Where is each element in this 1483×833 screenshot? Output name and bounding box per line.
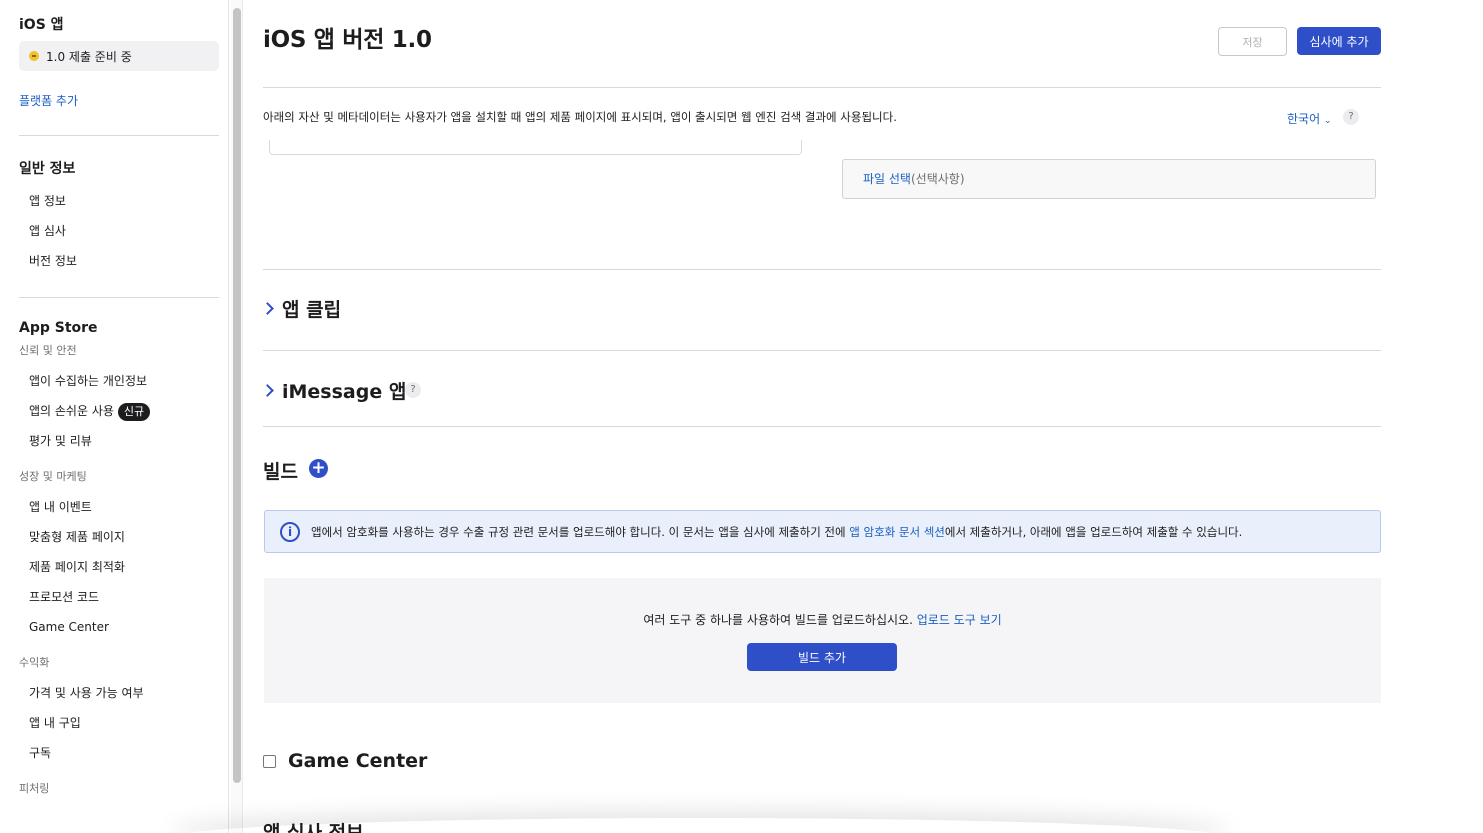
sidebar-item-game-center[interactable]: Game Center	[19, 612, 219, 642]
add-build-plus-icon[interactable]: +	[309, 459, 328, 478]
add-build-button[interactable]: 빌드 추가	[747, 643, 897, 671]
sidebar-item-in-app-purchases[interactable]: 앱 내 구입	[19, 708, 219, 738]
help-icon[interactable]: ?	[405, 382, 421, 398]
sidebar-item-version-info[interactable]: 버전 정보	[19, 246, 219, 276]
encryption-info-banner: i 앱에서 암호화를 사용하는 경우 수출 규정 관련 문서를 업로드해야 합니…	[264, 510, 1381, 553]
new-badge: 신규	[117, 403, 151, 421]
sidebar-item-privacy[interactable]: 앱이 수집하는 개인정보	[19, 366, 219, 396]
sidebar-item-product-page-optimization[interactable]: 제품 페이지 최적화	[19, 552, 219, 582]
sidebar-item-custom-product-pages[interactable]: 맞춤형 제품 페이지	[19, 522, 219, 552]
version-status-label: 1.0 제출 준비 중	[46, 49, 132, 64]
section-app-store: App Store	[19, 320, 98, 336]
sidebar-item-app-info[interactable]: 앱 정보	[19, 186, 219, 216]
divider	[19, 135, 219, 136]
metadata-description: 아래의 자산 및 메타데이터는 사용자가 앱을 설치할 때 앱의 제품 페이지에…	[263, 110, 897, 124]
chevron-down-icon: ⌄	[1323, 116, 1332, 126]
status-warning-icon	[29, 51, 39, 61]
game-center-title: Game Center	[288, 750, 428, 772]
language-label: 한국어	[1287, 112, 1321, 126]
divider	[263, 426, 1381, 427]
language-selector[interactable]: 한국어 ⌄	[1287, 110, 1332, 127]
sidebar-item-label: 앱의 손쉬운 사용	[29, 404, 114, 418]
sidebar-item-accessibility[interactable]: 앱의 손쉬운 사용 신규	[19, 396, 219, 426]
group-monetization: 수익화	[19, 656, 50, 669]
group-growth-marketing: 성장 및 마케팅	[19, 470, 87, 483]
upload-tools-link[interactable]: 업로드 도구 보기	[917, 613, 1002, 627]
sidebar-app-header: iOS 앱	[19, 17, 64, 33]
group-featuring: 피처링	[19, 782, 50, 795]
sidebar-item-promo-codes[interactable]: 프로모션 코드	[19, 582, 219, 612]
add-platform-link[interactable]: 플랫폼 추가	[19, 92, 219, 109]
main-content: iOS 앱 버전 1.0 저장 심사에 추가 아래의 자산 및 메타데이터는 사…	[261, 0, 1381, 833]
game-center-row: Game Center	[263, 750, 427, 772]
sidebar-item-subscriptions[interactable]: 구독	[19, 738, 219, 768]
build-upload-panel: 여러 도구 중 하나를 사용하여 빌드를 업로드하십시오. 업로드 도구 보기 …	[264, 578, 1381, 703]
sidebar-item-pricing[interactable]: 가격 및 사용 가능 여부	[19, 678, 219, 708]
sidebar: iOS 앱 1.0 제출 준비 중 플랫폼 추가 일반 정보 앱 정보 앱 심사…	[0, 0, 229, 833]
divider	[19, 297, 219, 298]
build-title: 빌드	[263, 461, 298, 483]
text-field-bottom[interactable]	[269, 140, 802, 155]
info-icon: i	[280, 521, 300, 542]
game-center-checkbox[interactable]	[263, 754, 276, 768]
section-general: 일반 정보	[19, 161, 76, 177]
sidebar-item-in-app-events[interactable]: 앱 내 이벤트	[19, 492, 219, 522]
app-clip-title: 앱 클립	[282, 299, 342, 321]
imessage-section-toggle[interactable]: iMessage 앱	[261, 377, 407, 404]
divider	[263, 350, 1381, 351]
sidebar-item-app-review[interactable]: 앱 심사	[19, 216, 219, 246]
add-for-review-button[interactable]: 심사에 추가	[1297, 27, 1381, 55]
chevron-right-icon	[261, 384, 274, 397]
divider	[263, 87, 1381, 88]
group-trust-safety: 신뢰 및 안전	[19, 344, 77, 357]
save-button[interactable]: 저장	[1218, 27, 1287, 56]
help-icon[interactable]: ?	[1343, 109, 1359, 125]
scrollbar-thumb[interactable]	[233, 8, 241, 783]
file-select-link[interactable]: 파일 선택	[863, 172, 911, 186]
page-title: iOS 앱 버전 1.0	[263, 27, 432, 53]
imessage-title: iMessage 앱	[282, 381, 407, 403]
sidebar-item-version-status[interactable]: 1.0 제출 준비 중	[19, 41, 219, 71]
sidebar-scrollbar[interactable]	[231, 0, 243, 833]
app-clip-section-toggle[interactable]: 앱 클립	[261, 295, 342, 322]
encryption-docs-link[interactable]: 앱 암호화 문서 섹션	[849, 525, 945, 539]
optional-label: (선택사항)	[910, 172, 965, 186]
chevron-right-icon	[261, 302, 274, 315]
upload-instructions: 여러 도구 중 하나를 사용하여 빌드를 업로드하십시오. 업로드 도구 보기	[643, 613, 1002, 627]
divider	[263, 269, 1381, 270]
info-text: 앱에서 암호화를 사용하는 경우 수출 규정 관련 문서를 업로드해야 합니다.…	[311, 524, 1243, 539]
file-select-field[interactable]: 파일 선택(선택사항)	[842, 159, 1376, 199]
sidebar-item-ratings-reviews[interactable]: 평가 및 리뷰	[19, 426, 219, 456]
